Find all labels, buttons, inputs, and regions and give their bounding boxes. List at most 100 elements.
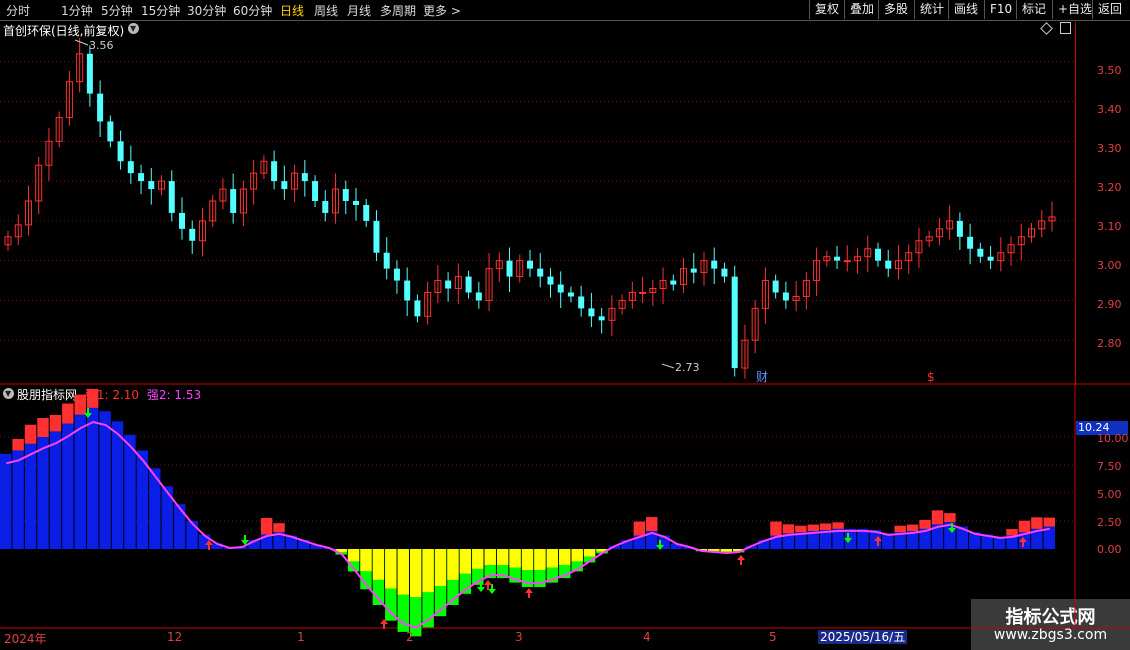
indicator-bar-positive bbox=[0, 453, 12, 549]
indicator-bar-strength bbox=[1031, 517, 1043, 529]
candle-body-down bbox=[885, 260, 892, 269]
up-arrow-icon bbox=[737, 555, 745, 560]
indicator-bar-strength bbox=[633, 521, 646, 536]
down-arrow-icon bbox=[488, 589, 496, 594]
indicator-bar-strength bbox=[819, 523, 832, 530]
low-price-label: 2.73 bbox=[675, 361, 700, 374]
indicator-bar-yellow bbox=[583, 549, 596, 557]
time-axis-label: 2024年 bbox=[4, 632, 47, 646]
indicator-bar-yellow bbox=[472, 549, 484, 569]
indicator-bar-yellow bbox=[397, 549, 409, 595]
indicator-bar-yellow bbox=[459, 549, 472, 574]
indicator-bar-strength bbox=[12, 438, 24, 451]
time-axis-label: 5 bbox=[769, 630, 777, 644]
time-axis-label: 4 bbox=[643, 630, 651, 644]
price-tick-label: 3.10 bbox=[1097, 220, 1122, 233]
candle-body-down bbox=[312, 181, 319, 201]
candle-body-up bbox=[639, 291, 647, 294]
indicator-bar-positive bbox=[62, 423, 74, 549]
indicator-tick-label: 10.00 bbox=[1097, 432, 1129, 445]
indicator-bar-strength bbox=[62, 403, 74, 424]
candle-body-down bbox=[711, 260, 718, 269]
candle-body-down bbox=[271, 161, 278, 182]
candle-body-down bbox=[547, 276, 554, 285]
indicator-bar-positive bbox=[49, 431, 62, 549]
indicator-bar-yellow bbox=[708, 549, 720, 551]
indicator-bar-yellow bbox=[534, 549, 546, 570]
indicator-bar-yellow bbox=[422, 549, 434, 593]
candle-body-down bbox=[475, 292, 482, 301]
candle-body-down bbox=[690, 268, 697, 273]
indicator-bar-strength bbox=[894, 525, 906, 533]
indicator-bar-positive bbox=[186, 521, 198, 549]
indicator-bar-yellow bbox=[372, 549, 385, 580]
candle-body-down bbox=[281, 181, 288, 190]
candle-body-down bbox=[567, 292, 574, 297]
indicator-bar-positive bbox=[99, 411, 111, 549]
price-tick-label: 2.90 bbox=[1097, 298, 1122, 311]
candle-body-down bbox=[168, 181, 175, 213]
indicator-tick-label: 0.00 bbox=[1097, 543, 1122, 556]
time-axis-label: 2 bbox=[406, 630, 414, 644]
candle-body-down bbox=[506, 260, 513, 277]
indicator-bar-yellow bbox=[385, 549, 397, 589]
down-arrow-icon bbox=[477, 587, 485, 592]
candle-body-down bbox=[772, 280, 779, 293]
up-arrow-icon bbox=[525, 588, 533, 593]
indicator-bar-yellow bbox=[571, 549, 583, 562]
candle-body-down bbox=[107, 121, 114, 142]
candle-body-down bbox=[578, 296, 585, 309]
candle-body-down bbox=[97, 93, 104, 122]
price-tick-label: 3.50 bbox=[1097, 64, 1122, 77]
indicator-bar-yellow bbox=[496, 549, 509, 566]
price-tick-label: 3.00 bbox=[1097, 259, 1122, 272]
candle-body-down bbox=[179, 212, 185, 229]
indicator-bar-positive bbox=[111, 421, 124, 549]
indicator-bar-positive bbox=[86, 407, 99, 549]
candle-body-down bbox=[353, 201, 359, 205]
candle-body-down bbox=[527, 260, 533, 269]
indicator-bar-yellow bbox=[509, 549, 521, 568]
indicator-bar-yellow bbox=[546, 549, 559, 568]
chart-canvas[interactable]: 3.56 2.73 财 $ bbox=[0, 0, 1130, 650]
candle-body-down bbox=[782, 292, 789, 301]
candle-body-down bbox=[189, 228, 196, 241]
indicator-bar-positive bbox=[37, 437, 49, 549]
indicator-bar-yellow bbox=[409, 549, 422, 598]
candle-body-down bbox=[363, 204, 370, 221]
indicator-bar-strength bbox=[832, 522, 844, 529]
indicator-bar-strength bbox=[24, 424, 37, 444]
indicator-bar-yellow bbox=[559, 549, 571, 566]
high-pointer bbox=[74, 39, 89, 46]
candle-body-down bbox=[127, 161, 134, 174]
indicator-bar-yellow bbox=[434, 549, 447, 586]
indicator-tick-label: 5.00 bbox=[1097, 488, 1122, 501]
indicator-bar-yellow bbox=[720, 549, 732, 552]
high-price-label: 3.56 bbox=[89, 39, 114, 52]
candle-body-down bbox=[393, 268, 400, 281]
indicator-bar-strength bbox=[807, 524, 819, 532]
candle-body-down bbox=[875, 248, 881, 261]
candle-body-down bbox=[342, 189, 349, 201]
indicator-bar-strength bbox=[37, 418, 49, 437]
time-axis-label: 3 bbox=[515, 630, 523, 644]
candle-body-down bbox=[322, 201, 329, 213]
candle-body-down bbox=[383, 252, 390, 269]
candle-body-down bbox=[230, 189, 237, 213]
indicator-tick-label: 7.50 bbox=[1097, 460, 1122, 473]
candle-body-down bbox=[445, 280, 452, 289]
candle-body-down bbox=[148, 181, 155, 190]
time-axis-label: 12 bbox=[167, 630, 183, 644]
candle-body-down bbox=[465, 276, 472, 293]
price-tick-label: 3.20 bbox=[1097, 181, 1122, 194]
indicator-bar-positive bbox=[24, 443, 37, 549]
indicator-bar-strength bbox=[795, 525, 807, 533]
indicator-bar-strength bbox=[782, 524, 795, 534]
candle-body-down bbox=[301, 173, 308, 182]
indicator-bar-yellow bbox=[360, 549, 372, 572]
time-axis-label: 1 bbox=[297, 630, 305, 644]
candle-body-down bbox=[721, 268, 728, 277]
candle-body-down bbox=[598, 316, 605, 321]
indicator-bar-strength bbox=[74, 394, 86, 415]
indicator-bar-yellow bbox=[484, 549, 496, 566]
